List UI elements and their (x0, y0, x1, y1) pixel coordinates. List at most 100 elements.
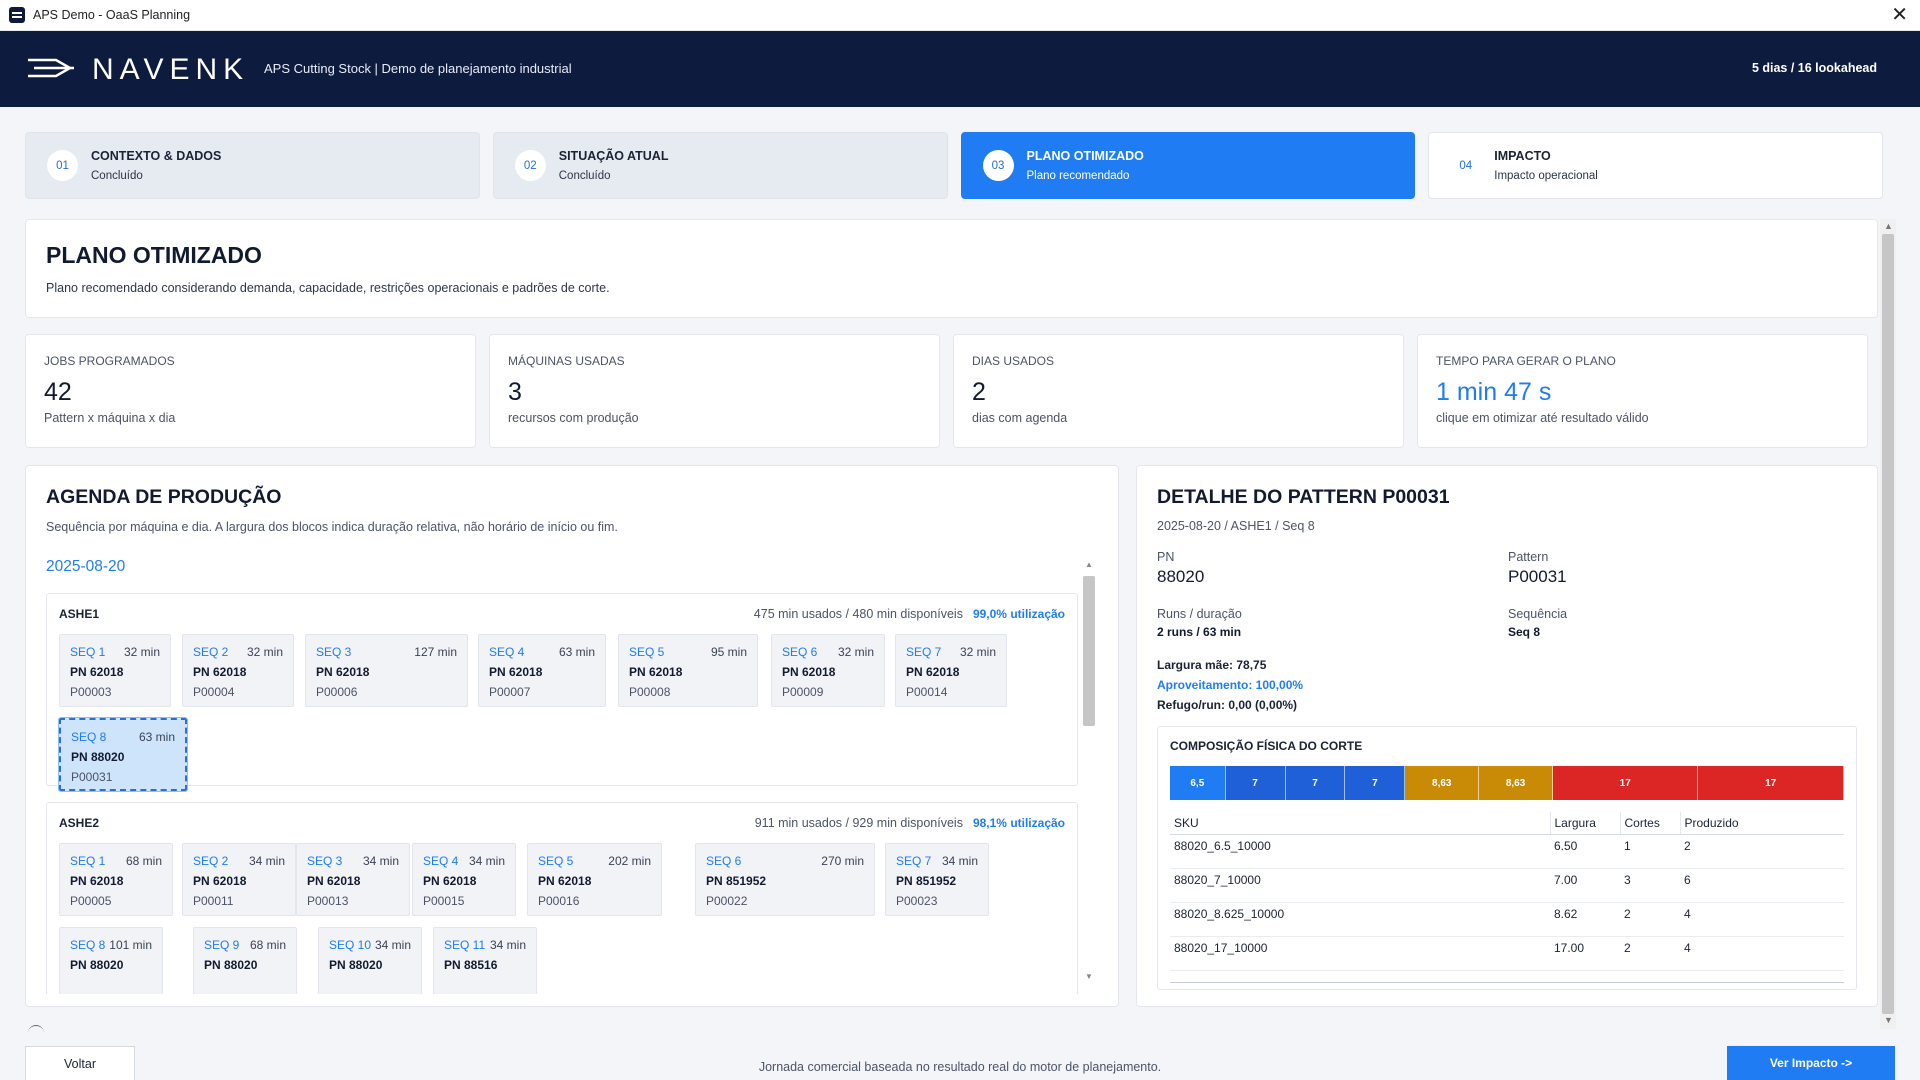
schedule-block[interactable]: SEQ 6 32 min PN 62018 P00009 (771, 634, 885, 707)
machine-name: ASHE2 (59, 816, 100, 830)
kpi-value: 2 (972, 378, 986, 406)
table-cell: 7.00 (1550, 868, 1620, 903)
schedule-block[interactable]: SEQ 4 34 min PN 62018 P00015 (412, 843, 516, 916)
scroll-up-icon[interactable]: ▲ (1884, 221, 1893, 231)
table-row: 88020_6.5_10000 6.50 1 2 (1170, 834, 1844, 869)
block-duration: 202 min (608, 854, 651, 868)
detail-subtitle: 2025-08-20 / ASHE1 / Seq 8 (1157, 519, 1315, 533)
schedule-block[interactable]: SEQ 1 68 min PN 62018 P00005 (59, 843, 173, 916)
machine-usage: 475 min usados / 480 min disponíveis (753, 607, 963, 621)
table-cell: 8.62 (1550, 902, 1620, 937)
agenda-title: AGENDA DE PRODUÇÃO (46, 486, 282, 508)
cut-segment: 7 (1285, 766, 1346, 800)
step-contexto[interactable]: 01 CONTEXTO & DADOS Concluído (25, 132, 480, 199)
block-pn: PN 62018 (307, 874, 361, 888)
table-cell: 88020_6.5_10000 (1170, 834, 1550, 869)
step-impacto[interactable]: 04 IMPACTO Impacto operacional (1428, 132, 1883, 199)
schedule-block[interactable]: SEQ 3 34 min PN 62018 P00013 (296, 843, 410, 916)
agenda-list[interactable]: ASHE1 475 min usados / 480 min disponíve… (46, 593, 1078, 994)
detail-runs: Runs / duração 2 runs / 63 min (1157, 607, 1242, 639)
block-seq: SEQ 6 (782, 645, 818, 659)
main-scrollbar[interactable]: ▲ ▼ (1880, 219, 1896, 1029)
block-duration: 32 min (246, 645, 283, 659)
next-impacto-button[interactable]: Ver Impacto -> (1727, 1046, 1895, 1080)
schedule-block[interactable]: SEQ 10 34 min PN 88020 (318, 927, 422, 994)
block-seq: SEQ 4 (423, 854, 459, 868)
block-seq: SEQ 7 (896, 854, 932, 868)
schedule-block[interactable]: SEQ 8 101 min PN 88020 (59, 927, 163, 994)
detail-pn-value: 88020 (1157, 567, 1205, 586)
scroll-down-icon[interactable]: ▼ (1085, 972, 1093, 981)
aproveitamento: Aproveitamento: 100,00% (1157, 678, 1304, 692)
schedule-block[interactable]: SEQ 4 63 min PN 62018 P00007 (478, 634, 606, 707)
cut-segment: 8,63 (1405, 766, 1480, 800)
block-pattern: P00016 (538, 894, 580, 908)
wizard-steps: 01 CONTEXTO & DADOS Concluído 02 SITUAÇÃO… (25, 132, 1883, 199)
block-seq: SEQ 5 (538, 854, 574, 868)
agenda-scrollbar[interactable]: ▲ ▼ (1082, 560, 1096, 984)
main-scroll-thumb[interactable] (1882, 234, 1894, 1014)
footer-bar: Jornada comercial baseada no resultado r… (0, 1046, 1920, 1080)
step-plano-otimizado[interactable]: 03 PLANO OTIMIZADO Plano recomendado (960, 132, 1416, 199)
block-pattern: P00008 (629, 685, 671, 699)
app-header: NAVENK APS Cutting Stock | Demo de plane… (0, 31, 1920, 107)
table-cell: 6 (1680, 868, 1844, 903)
schedule-block[interactable]: SEQ 8 63 min PN 88020 P00031 (58, 717, 188, 792)
detail-pattern: Pattern P00031 (1508, 550, 1567, 587)
kpi-sub: recursos com produção (508, 411, 639, 425)
step-situacao[interactable]: 02 SITUAÇÃO ATUAL Concluído (492, 132, 948, 199)
window-title: APS Demo - OaaS Planning (33, 8, 191, 22)
back-button[interactable]: Voltar (25, 1046, 135, 1080)
step-status: Concluído (558, 170, 611, 182)
schedule-block[interactable]: SEQ 11 34 min PN 88516 (433, 927, 537, 994)
table-cell: 2 (1620, 936, 1680, 971)
brand-name: NAVENK (92, 53, 250, 86)
block-seq: SEQ 1 (70, 854, 106, 868)
scroll-down-icon[interactable]: ▼ (1884, 1015, 1893, 1025)
machine-utilization: 98,1% utilização (972, 816, 1065, 830)
col-header-largura: Largura (1550, 812, 1621, 835)
close-icon[interactable]: ✕ (1891, 4, 1908, 26)
schedule-block[interactable]: SEQ 1 32 min PN 62018 P00003 (59, 634, 171, 707)
step-title: PLANO OTIMIZADO (1026, 149, 1144, 163)
detail-sequence: Sequência Seq 8 (1508, 607, 1567, 639)
step-number: 02 (514, 150, 546, 181)
cut-segment: 17 (1698, 766, 1844, 800)
schedule-block[interactable]: SEQ 5 95 min PN 62018 P00008 (618, 634, 758, 707)
schedule-block[interactable]: SEQ 2 32 min PN 62018 P00004 (182, 634, 294, 707)
block-seq: SEQ 2 (193, 645, 229, 659)
largura-mae: Largura mãe: 78,75 (1157, 658, 1267, 672)
machine-name: ASHE1 (59, 607, 100, 621)
scroll-up-icon[interactable]: ▲ (1085, 560, 1093, 569)
step-title: IMPACTO (1494, 149, 1551, 163)
kpi-value: 1 min 47 s (1436, 378, 1552, 406)
composition-title: COMPOSIÇÃO FÍSICA DO CORTE (1170, 739, 1363, 753)
footer-note: Jornada comercial baseada no resultado r… (758, 1060, 1162, 1074)
main-content[interactable]: PLANO OTIMIZADO Plano recomendado consid… (25, 219, 1880, 1029)
schedule-block[interactable]: SEQ 9 68 min PN 88020 (193, 927, 297, 994)
schedule-block[interactable]: SEQ 7 34 min PN 851952 P00023 (885, 843, 989, 916)
schedule-block[interactable]: SEQ 3 127 min PN 62018 P00006 (305, 634, 468, 707)
agenda-scroll-thumb[interactable] (1083, 576, 1095, 726)
table-cell: 1 (1620, 834, 1680, 869)
kpi-label: MÁQUINAS USADAS (508, 354, 625, 368)
schedule-block[interactable]: SEQ 6 270 min PN 851952 P00022 (695, 843, 875, 916)
schedule-block[interactable]: SEQ 2 34 min PN 62018 P00011 (182, 843, 296, 916)
schedule-block[interactable]: SEQ 7 32 min PN 62018 P00014 (895, 634, 1007, 707)
agenda-card: AGENDA DE PRODUÇÃO Sequência por máquina… (25, 465, 1119, 1007)
block-pattern: P00023 (896, 894, 938, 908)
cut-segment: 17 (1552, 766, 1699, 800)
kpi-sub: clique em otimizar até resultado válido (1436, 411, 1649, 425)
cut-composition: COMPOSIÇÃO FÍSICA DO CORTE 6,5 7 7 7 8,63 8,6… (1157, 726, 1857, 990)
sku-table: SKU Largura Cortes Produzido 88020_6.5_1… (1170, 812, 1844, 971)
kpi-sub: Pattern x máquina x dia (44, 411, 176, 425)
agenda-description: Sequência por máquina e dia. A largura d… (46, 520, 618, 534)
schedule-block[interactable]: SEQ 5 202 min PN 62018 P00016 (527, 843, 662, 916)
detail-pn: PN 88020 (1157, 550, 1204, 587)
agenda-date: 2025-08-20 (46, 558, 126, 575)
table-row: 88020_7_10000 7.00 3 6 (1170, 868, 1844, 903)
col-header-sku: SKU (1170, 812, 1551, 835)
brand-logo-icon (28, 58, 74, 78)
detail-pattern-label: Pattern (1508, 550, 1549, 564)
table-cell: 88020_17_10000 (1170, 936, 1550, 971)
